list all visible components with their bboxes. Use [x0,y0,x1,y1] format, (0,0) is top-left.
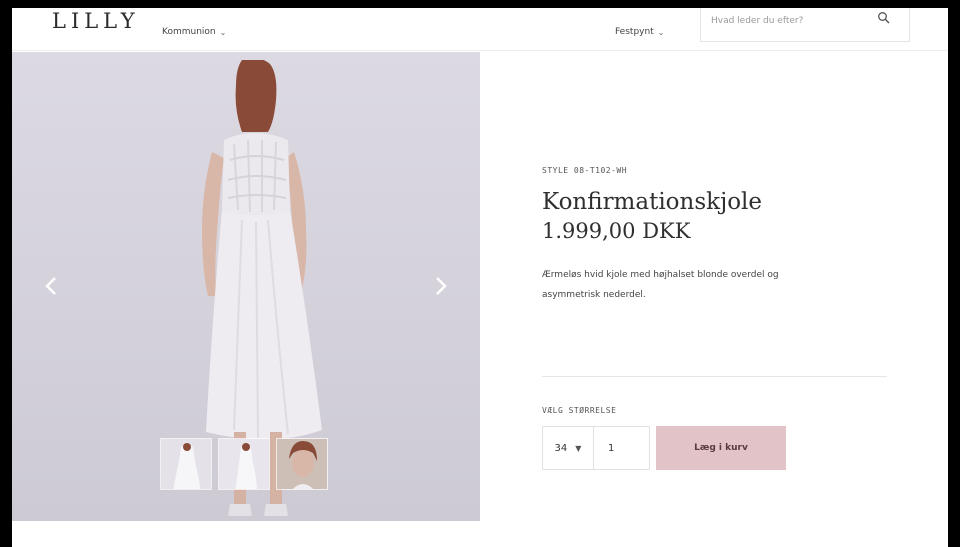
previous-image-arrow-icon[interactable] [40,274,64,298]
chevron-down-icon: ⌄ [657,27,665,37]
size-select[interactable]: 34 ▼ [542,426,594,470]
product-price: 1.999,00 DKK [542,219,691,243]
product-image-gallery [12,52,480,521]
style-code: STYLE 08-T102-WH [542,166,628,175]
quantity-input[interactable] [608,442,638,454]
site-logo[interactable]: LILLY [52,9,140,33]
quantity-field[interactable] [594,426,650,470]
thumbnail-detail-view[interactable] [276,438,328,490]
chevron-down-icon: ▼ [575,443,582,453]
nav-label: Festpynt [615,27,654,37]
divider [542,376,887,377]
search-box [700,8,910,42]
product-title: Konfirmationskjole [542,189,763,215]
site-header: LILLY Kommunion ⌄ Festpynt ⌄ [12,8,948,51]
thumbnail-side-view[interactable] [218,438,270,490]
chevron-down-icon: ⌄ [219,27,227,37]
page-frame: LILLY Kommunion ⌄ Festpynt ⌄ Hvad leder … [12,8,948,547]
nav-item-kommunion[interactable]: Kommunion ⌄ [162,27,226,37]
purchase-controls: 34 ▼ Læg i kurv [542,426,786,470]
size-value: 34 [554,442,568,454]
next-image-arrow-icon[interactable] [428,274,452,298]
nav-label: Kommunion [162,27,216,37]
thumbnail-strip [160,438,328,490]
search-icon[interactable] [877,10,891,24]
product-description: Ærmeløs hvid kjole med højhalset blonde … [542,270,779,301]
size-label: VÆLG STØRRELSE [542,406,617,415]
search-input[interactable] [711,11,861,31]
nav-item-festpynt[interactable]: Festpynt ⌄ [615,27,664,37]
thumbnail-front-view[interactable] [160,438,212,490]
product-info: STYLE 08-T102-WH Konfirmationskjole 1.99… [542,166,912,305]
add-to-cart-button[interactable]: Læg i kurv [656,426,786,470]
